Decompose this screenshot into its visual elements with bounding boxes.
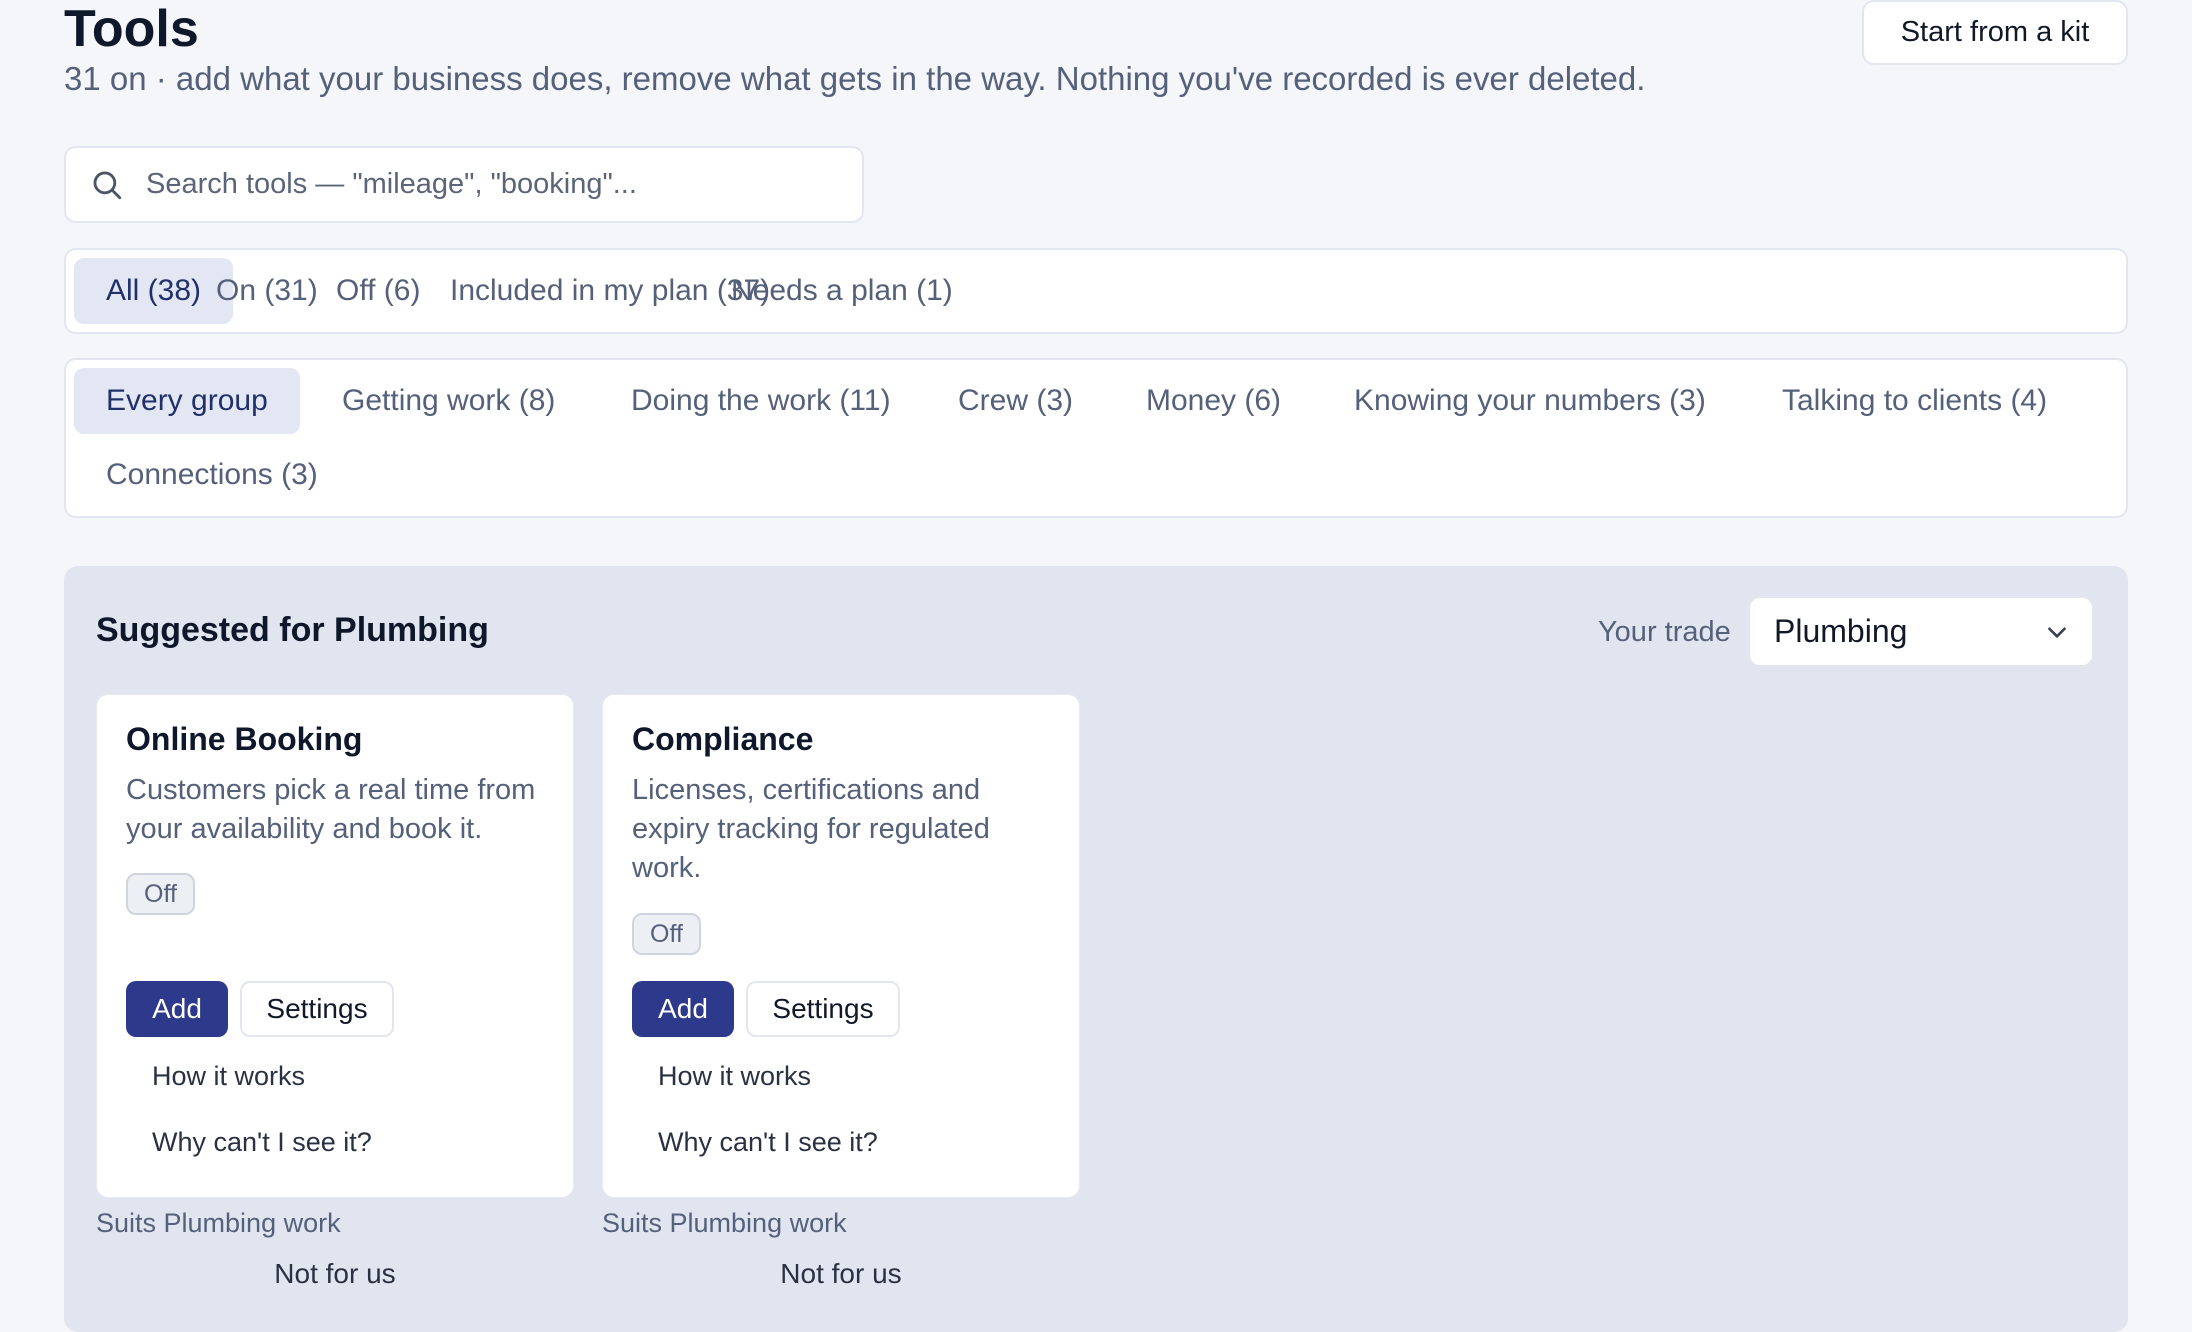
suits-trade-note: Suits Plumbing work [602,1208,847,1238]
suggested-panel: Suggested for Plumbing Your trade Plumbi… [64,566,2128,1332]
filter-tab-needs-plan[interactable]: Needs a plan (1) [731,258,953,324]
tools-page: Tools 31 on · add what your business doe… [0,0,2192,1332]
how-it-works-link[interactable]: How it works [152,1059,305,1093]
tool-card-description: Licenses, certifications and expiry trac… [632,774,990,884]
suits-trade-note: Suits Plumbing work [96,1208,341,1238]
not-for-us-button[interactable]: Not for us [96,1256,574,1292]
group-tab-crew[interactable]: Crew (3) [958,368,1073,434]
group-tab-connections[interactable]: Connections (3) [106,442,318,508]
start-from-kit-button[interactable]: Start from a kit [1862,0,2128,65]
group-filter-bar: Every group Getting work (8) Doing the w… [64,358,2128,518]
page-title: Tools [64,0,199,58]
not-for-us-button[interactable]: Not for us [602,1256,1080,1292]
why-cant-see-link[interactable]: Why can't I see it? [658,1125,878,1159]
group-tab-doing-work[interactable]: Doing the work (11) [631,368,891,434]
filter-tab-off[interactable]: Off (6) [336,258,420,324]
trade-label: Your trade [1598,616,1731,648]
search-input[interactable] [146,168,862,201]
filter-tab-on[interactable]: On (31) [216,258,318,324]
status-badge: Off [632,913,701,955]
tool-card-online-booking: Online Booking Customers pick a real tim… [96,694,574,1198]
filter-tab-all[interactable]: All (38) [74,258,234,324]
group-tab-money[interactable]: Money (6) [1146,368,1281,434]
search-box[interactable] [64,146,864,223]
how-it-works-link[interactable]: How it works [658,1059,811,1093]
tool-card-title: Compliance [632,721,814,757]
search-icon [93,171,122,199]
settings-button[interactable]: Settings [746,981,900,1037]
group-tab-every[interactable]: Every group [74,368,300,434]
status-badge: Off [126,873,195,915]
group-tab-knowing-numbers[interactable]: Knowing your numbers (3) [1354,368,1706,434]
tool-card-description: Customers pick a real time from your ava… [126,774,536,845]
why-cant-see-link[interactable]: Why can't I see it? [152,1125,372,1159]
status-filter-bar: All (38) On (31) Off (6) Included in my … [64,248,2128,334]
tool-card-compliance: Compliance Licenses, certifications and … [602,694,1080,1198]
trade-select-value: Plumbing [1774,613,1908,649]
group-tab-talking-clients[interactable]: Talking to clients (4) [1782,368,2047,434]
tool-card-title: Online Booking [126,721,363,757]
suggested-title: Suggested for Plumbing [96,611,489,649]
add-button[interactable]: Add [632,981,734,1037]
group-tab-getting-work[interactable]: Getting work (8) [342,368,555,434]
page-subtitle: 31 on · add what your business does, rem… [64,60,1646,97]
chevron-down-icon [2048,626,2066,638]
trade-select[interactable]: Plumbing [1748,596,2094,667]
filter-tab-included[interactable]: Included in my plan (37) [450,258,770,324]
add-button[interactable]: Add [126,981,228,1037]
settings-button[interactable]: Settings [240,981,394,1037]
